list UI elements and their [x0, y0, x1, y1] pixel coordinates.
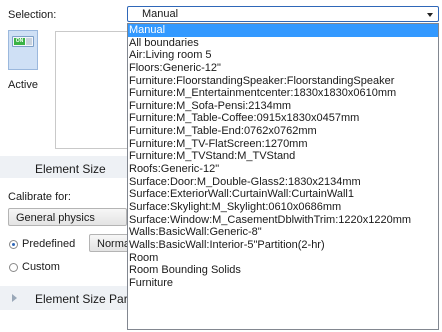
- toggle-knob: [26, 38, 32, 45]
- dropdown-option[interactable]: Walls:BasicWall:Generic-8": [128, 226, 438, 239]
- dropdown-option[interactable]: Surface:Skylight:M_Skylight:0610x0686mm: [128, 201, 438, 214]
- custom-label: Custom: [22, 261, 60, 273]
- dropdown-option[interactable]: Walls:BasicWall:Interior-5"Partition(2-h…: [128, 239, 438, 252]
- dropdown-option[interactable]: Manual: [128, 24, 438, 37]
- dropdown-option[interactable]: Room: [128, 252, 438, 265]
- active-toggle-button[interactable]: ON: [8, 30, 38, 70]
- predefined-radio[interactable]: [9, 240, 18, 249]
- dropdown-option[interactable]: Floors:Generic-12": [128, 62, 438, 75]
- dropdown-option[interactable]: Surface:ExteriorWall:CurtainWall:Curtain…: [128, 188, 438, 201]
- dropdown-option[interactable]: All boundaries: [128, 37, 438, 50]
- selection-dropdown-list[interactable]: Manual All boundaries Air:Living room 5 Flo…: [127, 23, 439, 330]
- normal-size-value: Normal: [97, 238, 129, 250]
- custom-radio[interactable]: [9, 263, 18, 272]
- toggle-switch-icon: ON: [12, 36, 34, 47]
- dropdown-option[interactable]: Furniture: [128, 277, 438, 290]
- normal-size-select[interactable]: Normal: [89, 234, 129, 252]
- dropdown-option[interactable]: Furniture:FloorstandingSpeaker:Floorstan…: [128, 75, 438, 88]
- chevron-down-icon[interactable]: [427, 13, 433, 17]
- element-size-title: Element Size: [35, 162, 106, 176]
- dropdown-option[interactable]: Surface:Door:M_Double-Glass2:1830x2134mm: [128, 176, 438, 189]
- dropdown-option[interactable]: Air:Living room 5: [128, 49, 438, 62]
- calibrate-for-label: Calibrate for:: [8, 191, 71, 203]
- toggle-on-indicator: ON: [14, 38, 25, 45]
- selection-combobox[interactable]: Manual: [127, 6, 439, 22]
- selection-label: Selection:: [8, 9, 57, 21]
- active-label: Active: [8, 79, 38, 91]
- dropdown-option[interactable]: Furniture:M_Table-Coffee:0915x1830x0457m…: [128, 112, 438, 125]
- expand-triangle-icon[interactable]: [12, 294, 17, 302]
- dropdown-option[interactable]: Furniture:M_Sofa-Pensi:2134mm: [128, 100, 438, 113]
- dropdown-option[interactable]: Furniture:M_TV-FlatScreen:1270mm: [128, 138, 438, 151]
- dropdown-option[interactable]: Surface:Window:M_CasementDblwithTrim:122…: [128, 214, 438, 227]
- dropdown-option[interactable]: Furniture:M_Table-End:0762x0762mm: [128, 125, 438, 138]
- dropdown-option[interactable]: Room Bounding Solids: [128, 264, 438, 277]
- predefined-label: Predefined: [22, 238, 76, 250]
- dropdown-option[interactable]: Furniture:M_TVStand:M_TVStand: [128, 150, 438, 163]
- dropdown-option[interactable]: Roofs:Generic-12": [128, 163, 438, 176]
- selection-value: Manual: [142, 8, 179, 20]
- calibrate-for-value: General physics: [16, 212, 95, 224]
- dropdown-option[interactable]: Furniture:M_Entertainmentcenter:1830x183…: [128, 87, 438, 100]
- calibrate-for-select[interactable]: General physics: [8, 208, 127, 226]
